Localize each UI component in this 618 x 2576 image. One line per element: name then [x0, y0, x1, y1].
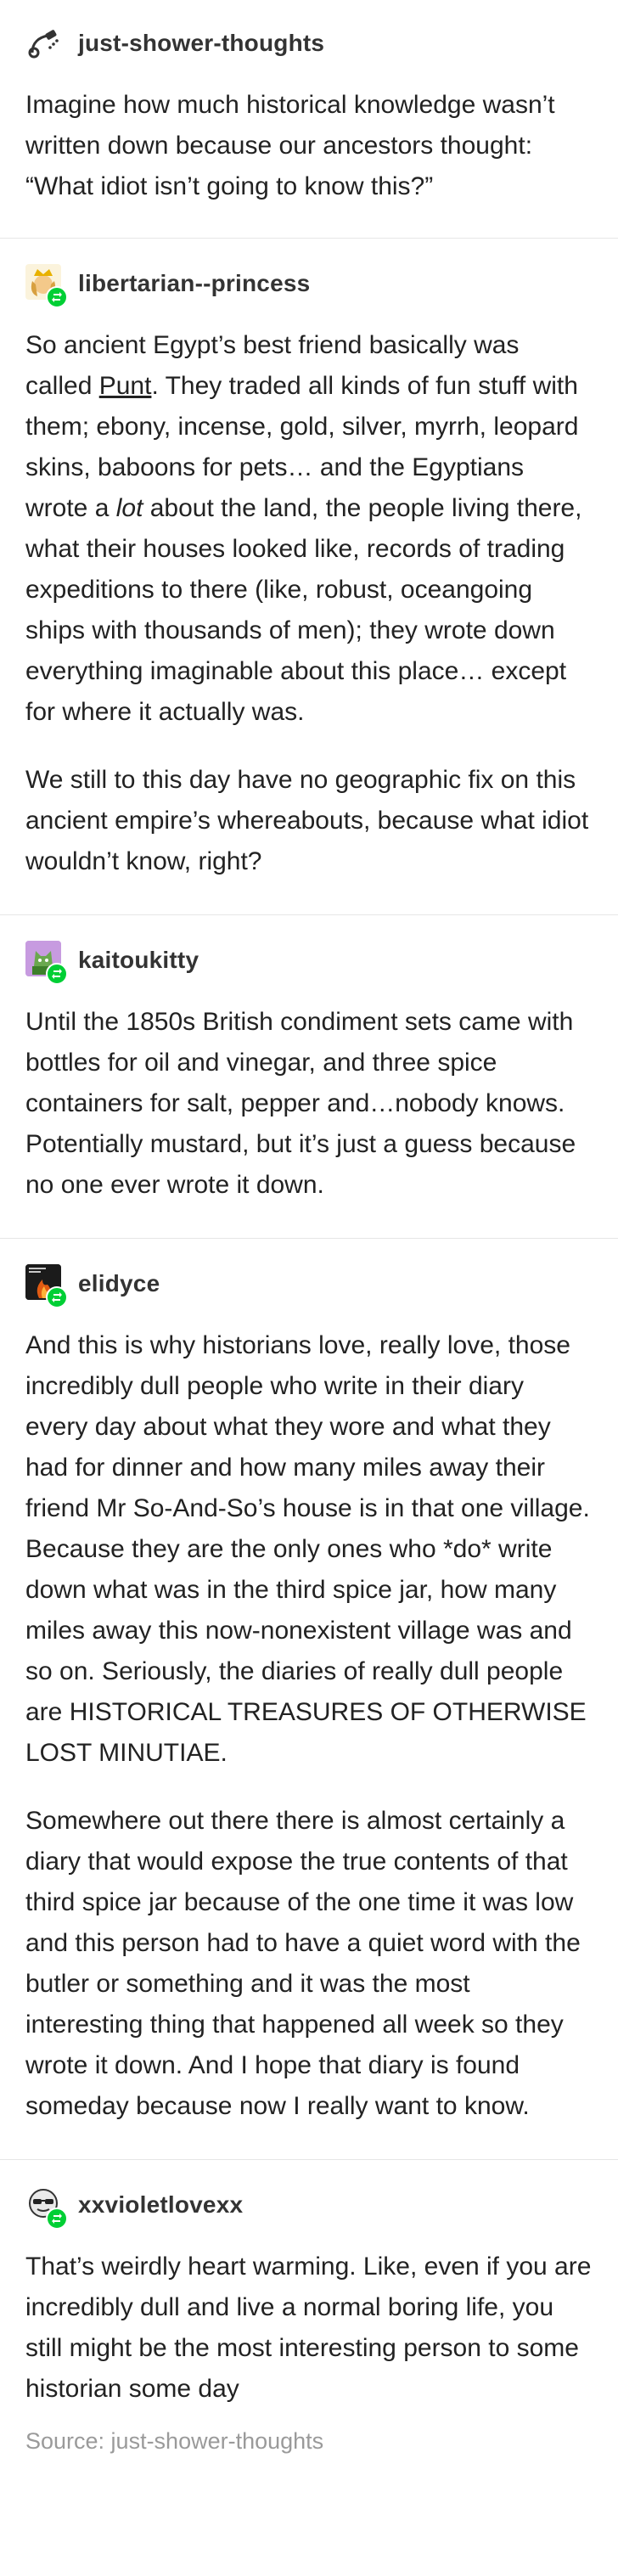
- post-just-shower-thoughts: just-shower-thoughts Imagine how much hi…: [0, 0, 618, 239]
- reblog-icon: [46, 1286, 68, 1308]
- avatar[interactable]: [25, 24, 65, 63]
- post-header: libertarian--princess: [25, 264, 593, 308]
- avatar[interactable]: [25, 2185, 68, 2230]
- post-text: That’s weirdly heart warming. Like, even…: [25, 2253, 592, 2403]
- reblog-icon: [46, 286, 68, 308]
- reblog-icon: [46, 2208, 68, 2230]
- emphasis: lot: [115, 494, 143, 522]
- post-text: Imagine how much historical knowledge wa…: [25, 91, 555, 200]
- post-header: just-shower-thoughts: [25, 24, 593, 63]
- source-link[interactable]: Source: just-shower-thoughts: [25, 2428, 593, 2455]
- post-text: So ancient Egypt’s best friend basically…: [25, 325, 593, 733]
- post-xxvioletlovexx: xxvioletlovexx That’s weirdly heart warm…: [0, 2160, 618, 2463]
- post-header: xxvioletlovexx: [25, 2185, 593, 2230]
- post-text: We still to this day have no geographic …: [25, 766, 589, 875]
- post-header: kaitoukitty: [25, 941, 593, 985]
- shower-head-icon: [25, 24, 61, 59]
- post-text: Somewhere out there there is almost cert…: [25, 1807, 581, 2120]
- post-header: elidyce: [25, 1264, 593, 1308]
- username[interactable]: just-shower-thoughts: [78, 30, 324, 57]
- punt-link[interactable]: Punt: [99, 372, 152, 400]
- avatar[interactable]: [25, 941, 68, 985]
- post-elidyce: elidyce And this is why historians love,…: [0, 1239, 618, 2160]
- username[interactable]: xxvioletlovexx: [78, 2191, 243, 2219]
- username[interactable]: kaitoukitty: [78, 947, 199, 974]
- username[interactable]: libertarian--princess: [78, 270, 310, 297]
- post-libertarian-princess: libertarian--princess So ancient Egypt’s…: [0, 239, 618, 915]
- post-text: And this is why historians love, really …: [25, 1331, 590, 1767]
- avatar[interactable]: [25, 264, 68, 308]
- post-text: Until the 1850s British condiment sets c…: [25, 1008, 576, 1199]
- avatar[interactable]: [25, 1264, 68, 1308]
- post-kaitoukitty: kaitoukitty Until the 1850s British cond…: [0, 915, 618, 1239]
- username[interactable]: elidyce: [78, 1270, 160, 1297]
- reblog-icon: [46, 963, 68, 985]
- text-segment: about the land, the people living there,…: [25, 494, 582, 726]
